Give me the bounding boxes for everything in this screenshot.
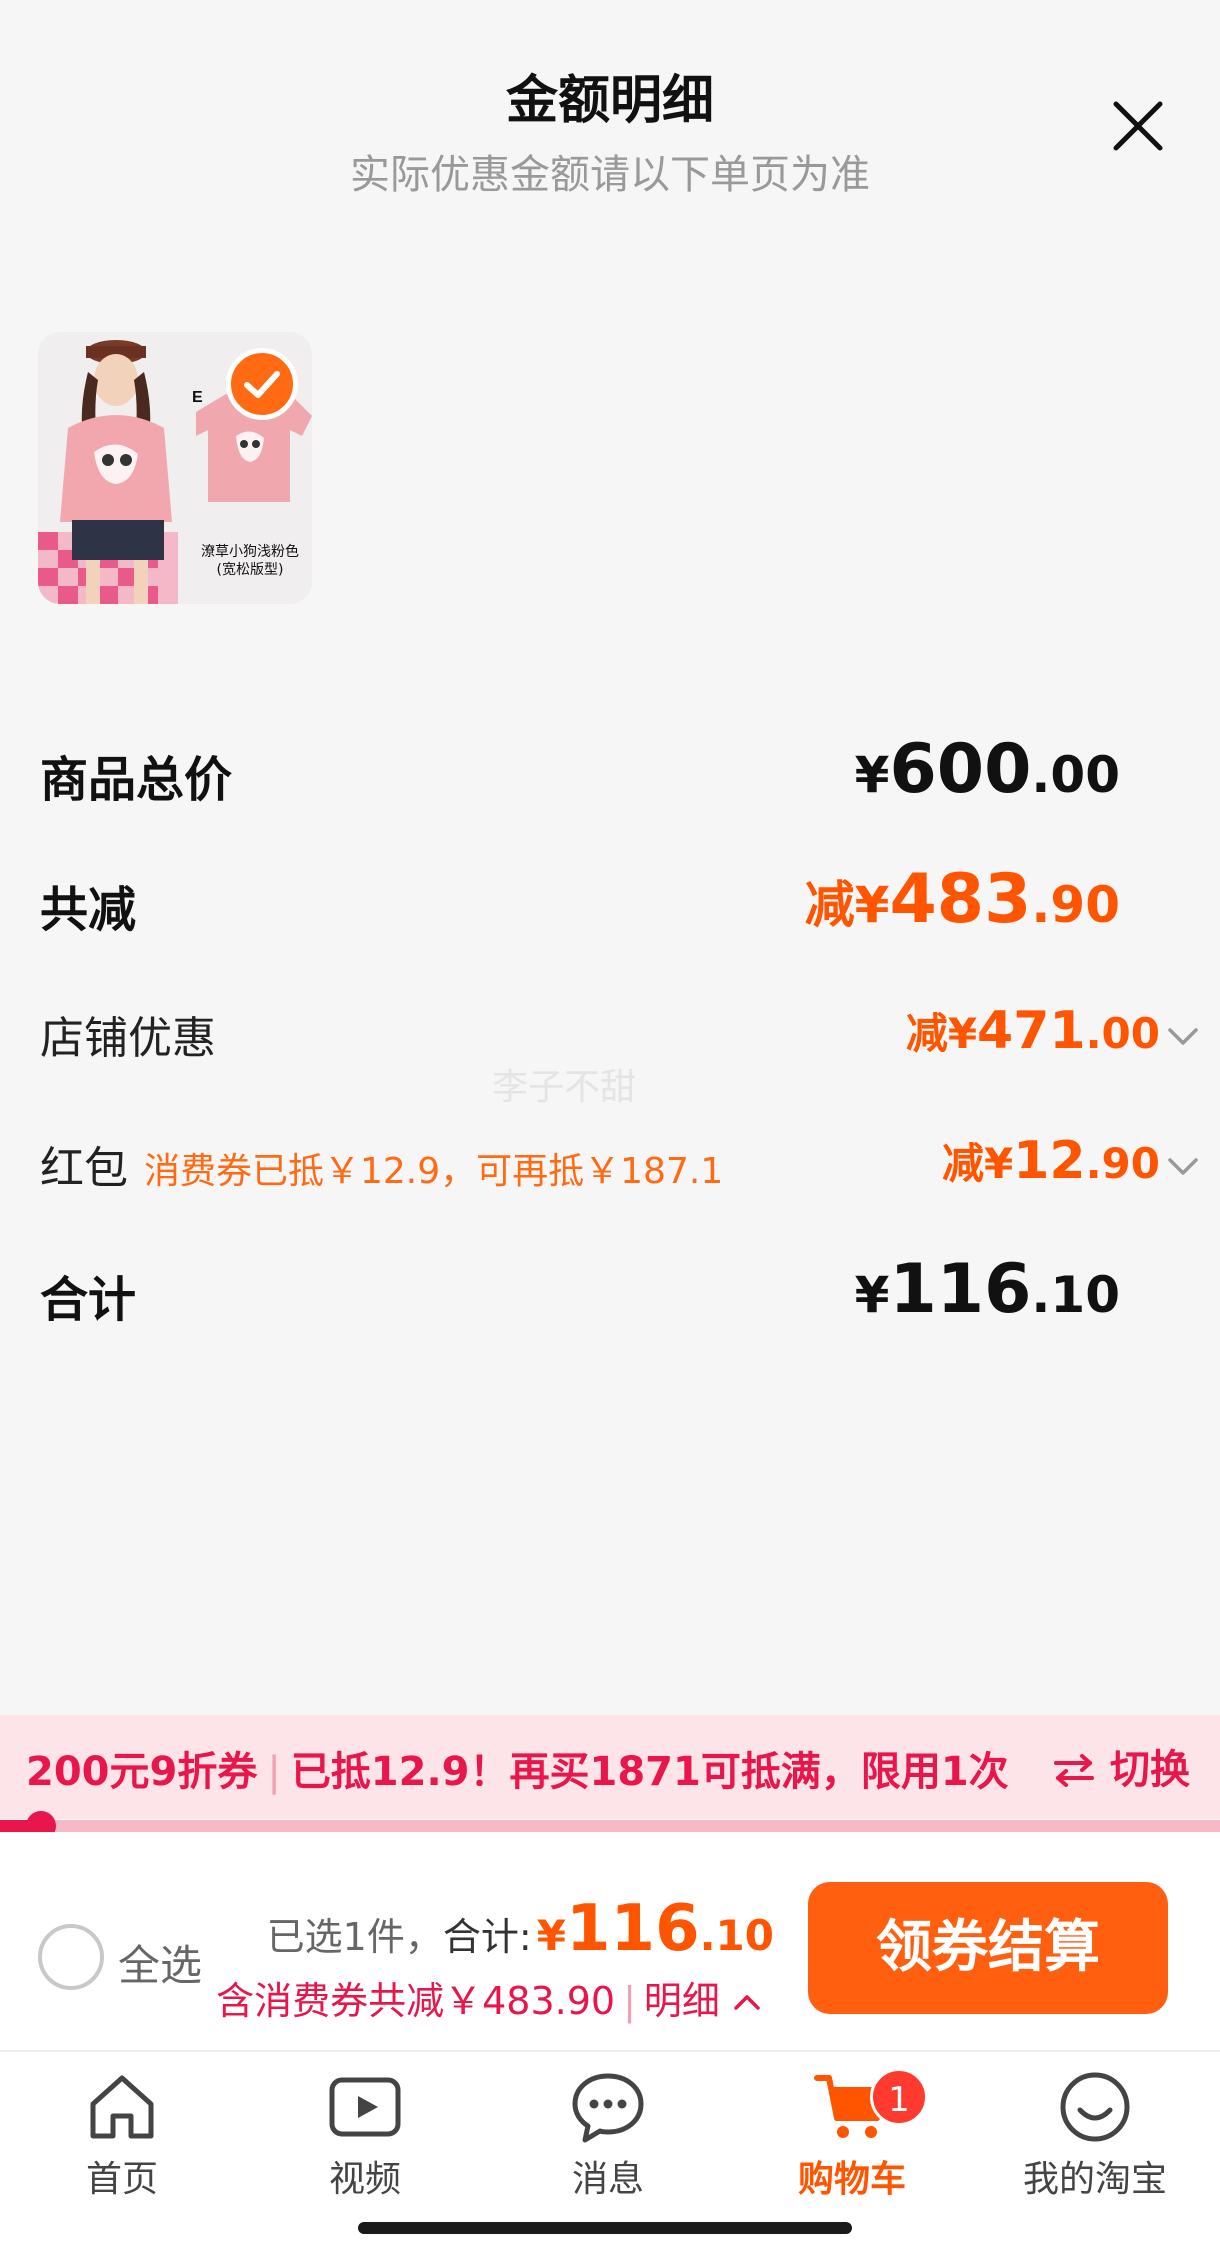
- watermark: 李子不甜: [492, 1067, 637, 1108]
- goods-total-value: ¥600.00: [854, 730, 1120, 809]
- checkout-button[interactable]: 领券结算: [808, 1882, 1168, 2014]
- switch-label: 切换: [1110, 1747, 1190, 1793]
- footer-discount: 含消费券共减￥483.90 | 明细: [216, 1970, 762, 2025]
- message-icon: [572, 2073, 644, 2143]
- footer-total-label: 合计:: [442, 1915, 532, 1959]
- video-icon: [329, 2077, 401, 2137]
- profile-icon: [1060, 2072, 1130, 2142]
- switch-arrows-icon: [1054, 1754, 1095, 1787]
- coupon-name: 200元9折券: [26, 1749, 258, 1795]
- tab-my-taobao[interactable]: 我的淘宝: [995, 2068, 1195, 2218]
- product-caption-sub: (宽松版型): [217, 561, 284, 578]
- amount-detail-sheet: 金额明细 实际优惠金额请以下单页为准 E 潦草小狗浅粉色 (宽松版型) 商品总价…: [0, 0, 1220, 1715]
- select-all-radio[interactable]: [38, 1924, 104, 1990]
- tab-cart-label: 购物车: [797, 2159, 906, 2200]
- tab-home[interactable]: 首页: [22, 2068, 222, 2218]
- selected-count: 已选1件，: [266, 1915, 443, 1959]
- footer-total: 已选1件，合计: ¥116.10: [267, 1892, 774, 1966]
- red-packet-value: 减¥12.90: [941, 1131, 1160, 1191]
- row-sum: 合计 ¥116.10: [40, 1250, 1180, 1330]
- tab-messages-label: 消息: [571, 2159, 644, 2200]
- cart-badge: 1: [870, 2068, 928, 2126]
- row-red-packet[interactable]: 红包 消费券已抵￥12.9，可再抵￥187.1 减¥12.90: [40, 1122, 1198, 1202]
- tab-video-label: 视频: [328, 2159, 401, 2200]
- footer-total-amount: ¥116.10: [536, 1892, 774, 1966]
- sheet-title: 金额明细: [505, 71, 714, 131]
- total-reduction-value: 减¥483.90: [804, 860, 1120, 939]
- chevron-up-icon: [734, 1995, 760, 2010]
- total-reduction-label: 共减: [40, 882, 137, 938]
- coupon-message: 已抵12.9！再买1871可抵满，限用1次: [290, 1749, 1009, 1795]
- sum-label: 合计: [40, 1272, 137, 1328]
- home-indicator: [358, 2222, 852, 2234]
- selected-check-icon[interactable]: [226, 348, 298, 420]
- sum-value: ¥116.10: [854, 1250, 1120, 1329]
- select-all-label[interactable]: 全选: [118, 1932, 202, 1993]
- discount-text: 含消费券共减￥483.90: [216, 1979, 616, 2023]
- shop-discount-value: 减¥471.00: [905, 1001, 1160, 1061]
- coupon-note: 消费券已抵￥12.9，可再抵￥187.1: [144, 1151, 724, 1192]
- tab-home-label: 首页: [85, 2159, 158, 2200]
- row-goods-total: 商品总价 ¥600.00: [40, 730, 1180, 810]
- sheet-subtitle: 实际优惠金额请以下单页为准: [350, 152, 870, 198]
- red-packet-label: 红包 消费券已抵￥12.9，可再抵￥187.1: [40, 1143, 724, 1194]
- tab-my-taobao-label: 我的淘宝: [1022, 2159, 1167, 2200]
- detail-toggle[interactable]: 明细: [644, 1979, 762, 2023]
- tab-messages[interactable]: 消息: [508, 2068, 708, 2218]
- chevron-down-icon[interactable]: [1166, 1156, 1200, 1178]
- tab-cart[interactable]: 1 购物车: [752, 2068, 952, 2218]
- coupon-banner-text: 200元9折券 | 已抵12.9！再买1871可抵满，限用1次: [26, 1749, 1009, 1795]
- close-icon[interactable]: [1110, 98, 1166, 154]
- product-caption: 潦草小狗浅粉色: [201, 543, 299, 560]
- chevron-down-icon[interactable]: [1166, 1026, 1200, 1048]
- coupon-progress-bar: [0, 1811, 1220, 1841]
- tab-video[interactable]: 视频: [265, 2068, 465, 2218]
- shop-discount-label: 店铺优惠: [40, 1013, 216, 1064]
- goods-total-label: 商品总价: [40, 752, 233, 808]
- switch-coupon-button[interactable]: 切换: [1052, 1737, 1190, 1795]
- home-icon: [90, 2075, 154, 2139]
- svg-text:E: E: [192, 389, 203, 406]
- row-total-reduction: 共减 减¥483.90: [40, 860, 1180, 940]
- coupon-banner: 200元9折券 | 已抵12.9！再买1871可抵满，限用1次 切换: [0, 1715, 1220, 1819]
